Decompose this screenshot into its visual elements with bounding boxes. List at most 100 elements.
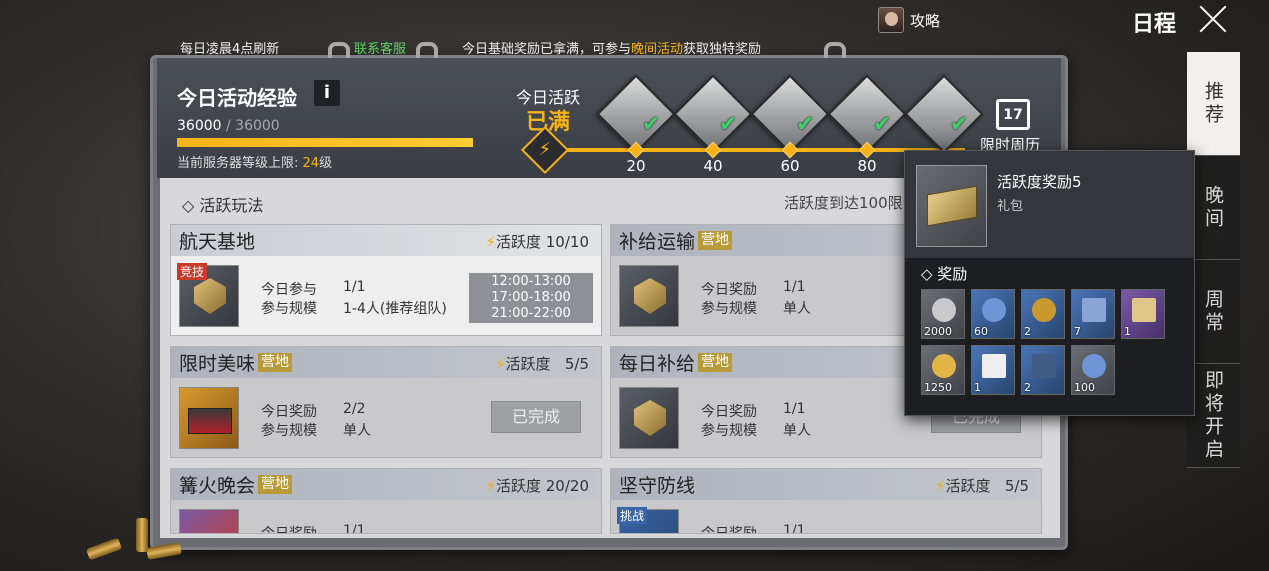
reward-item[interactable]: 2 bbox=[1021, 289, 1065, 339]
reward-item[interactable]: 60 bbox=[971, 289, 1015, 339]
meta-value: 单人 bbox=[783, 301, 811, 317]
meta-value: 单人 bbox=[343, 423, 371, 439]
exp-progress-fill bbox=[177, 138, 473, 147]
check-icon: ✔ bbox=[950, 112, 969, 137]
camp-tag: 营地 bbox=[698, 231, 733, 250]
case-icon bbox=[1032, 354, 1056, 378]
card-name: 补给运输 bbox=[619, 231, 696, 253]
popup-section-title: ◇ 奖励 bbox=[921, 265, 968, 283]
meta-label: 今日奖励 bbox=[701, 404, 757, 420]
avatar bbox=[878, 7, 904, 33]
meta-value: 1/1 bbox=[343, 279, 366, 295]
exp-max: / 36000 bbox=[226, 118, 280, 134]
gold-coin-icon bbox=[932, 354, 956, 378]
meta-label: 参与规模 bbox=[701, 301, 757, 317]
bullet-shells-decoration bbox=[85, 518, 198, 568]
reward-item[interactable]: 2000 bbox=[921, 289, 965, 339]
server-cap-value: 24 bbox=[302, 156, 320, 171]
card-name: 限时美味 bbox=[179, 353, 256, 375]
meta-label: 今日奖励 bbox=[701, 526, 757, 534]
completed-button[interactable]: 已完成 bbox=[491, 401, 581, 433]
page-title: 日程 bbox=[1132, 12, 1177, 37]
milestone-value: 40 bbox=[703, 157, 723, 175]
meta-value: 1-4人(推荐组队) bbox=[343, 301, 447, 317]
bolt-icon: ⚡ bbox=[494, 355, 506, 373]
bolt-icon: ⚡ bbox=[485, 477, 496, 495]
time-slot: 12:00-13:00 bbox=[491, 274, 571, 289]
badge-competitive: 竞技 bbox=[177, 263, 208, 280]
meta-value: 2/2 bbox=[343, 401, 366, 417]
card-activity-label: 活跃度 bbox=[505, 355, 551, 373]
emblem-icon bbox=[634, 278, 666, 314]
evening-activity-link[interactable]: 晚间活动 bbox=[631, 42, 683, 57]
chest-icon bbox=[1132, 298, 1156, 322]
activity-card[interactable]: 航天基地 ⚡活跃度 10/10 竞技 今日参与 1/1 参与规模 1-4人(推荐… bbox=[170, 224, 602, 336]
tab-recommended[interactable]: 推荐 bbox=[1187, 52, 1240, 156]
check-icon: ✔ bbox=[719, 112, 738, 137]
meta-value: 1/1 bbox=[783, 523, 806, 534]
supply-icon bbox=[619, 387, 679, 449]
camp-tag: 营地 bbox=[258, 475, 293, 494]
camp-tag: 营地 bbox=[698, 353, 733, 372]
document-icon bbox=[982, 354, 1006, 378]
reward-item[interactable]: 2 bbox=[1021, 345, 1065, 395]
card-activity-label: 活跃度 bbox=[495, 477, 541, 495]
reward-item[interactable]: 1 bbox=[1121, 289, 1165, 339]
card-name: 篝火晚会 bbox=[179, 475, 256, 497]
bolt-icon: ⚡ bbox=[485, 233, 496, 251]
meta-label: 今日奖励 bbox=[701, 282, 757, 298]
exp-value: 36000 / 36000 bbox=[177, 118, 280, 134]
activity-card[interactable]: 坚守防线 ⚡活跃度 5/5 挑战 今日奖励 1/1 bbox=[610, 468, 1042, 534]
meta-label: 今日参与 bbox=[261, 282, 317, 298]
box-icon bbox=[927, 185, 977, 227]
section-title: ◇ 活跃玩法 bbox=[182, 196, 264, 215]
reward-item[interactable]: 7 bbox=[1071, 289, 1115, 339]
reward-qty: 7 bbox=[1074, 325, 1081, 338]
card-activity: ⚡活跃度 5/5 bbox=[935, 475, 1029, 496]
meta-label: 参与规模 bbox=[261, 423, 317, 439]
bolt-glyph: ⚡ bbox=[538, 139, 552, 160]
medal-icon bbox=[1032, 298, 1056, 322]
popup-subtitle: 礼包 bbox=[997, 199, 1024, 214]
contact-support-link[interactable]: 联系客服 bbox=[354, 38, 406, 57]
milestone-value: 20 bbox=[626, 157, 646, 175]
activity-card[interactable]: 限时美味 营地 ⚡活跃度 5/5 今日奖励 2/2 参与规模 单人 已完成 bbox=[170, 346, 602, 458]
section-note: 活跃度到达100限 bbox=[784, 194, 903, 212]
exp-title: 今日活动经验 bbox=[177, 86, 297, 110]
check-icon: ✔ bbox=[642, 112, 661, 137]
reward-item[interactable]: 100 bbox=[1071, 345, 1115, 395]
close-icon[interactable] bbox=[1198, 4, 1228, 34]
activity-card[interactable]: 篝火晚会 营地 ⚡活跃度 20/20 今日奖励 1/1 bbox=[170, 468, 602, 534]
meta-label: 参与规模 bbox=[701, 423, 757, 439]
emblem-icon bbox=[194, 278, 226, 314]
card-activity-value: 20/20 bbox=[545, 477, 589, 495]
notice-prefix: 今日基础奖励已拿满，可参与 bbox=[462, 42, 632, 57]
time-slot: 17:00-18:00 bbox=[491, 290, 571, 305]
info-icon[interactable]: i bbox=[314, 80, 340, 106]
reward-item[interactable]: 1 bbox=[971, 345, 1015, 395]
card-icon bbox=[1082, 298, 1106, 322]
badge-challenge: 挑战 bbox=[617, 507, 648, 524]
reward-popup: 活跃度奖励5 礼包 ◇ 奖励 2000 60 2 7 1 1250 1 2 10… bbox=[904, 150, 1195, 416]
food-crate-icon bbox=[179, 387, 239, 449]
reward-qty: 2000 bbox=[924, 325, 952, 338]
milestone-value: 80 bbox=[857, 157, 877, 175]
guide-button[interactable]: 攻略 bbox=[878, 6, 940, 34]
shell-icon bbox=[85, 537, 123, 561]
notice-text: 今日基础奖励已拿满，可参与晚间活动获取独特奖励 bbox=[462, 38, 761, 57]
check-icon: ✔ bbox=[796, 112, 815, 137]
time-slot: 21:00-22:00 bbox=[491, 306, 571, 321]
notice-suffix: 获取独特奖励 bbox=[683, 42, 762, 57]
card-activity-value: 5/5 bbox=[1004, 477, 1029, 495]
calendar-icon[interactable]: 17 bbox=[996, 99, 1030, 130]
shell-icon bbox=[146, 542, 182, 560]
server-cap-suffix: 级 bbox=[319, 156, 333, 171]
server-cap-label: 当前服务器等级上限: bbox=[177, 156, 299, 171]
card-activity-value: 10/10 bbox=[545, 233, 589, 251]
reward-qty: 2 bbox=[1024, 325, 1031, 338]
card-name: 每日补给 bbox=[619, 353, 696, 375]
meta-label: 参与规模 bbox=[261, 301, 317, 317]
guide-label: 攻略 bbox=[910, 11, 941, 30]
reward-item[interactable]: 1250 bbox=[921, 345, 965, 395]
card-name: 航天基地 bbox=[179, 231, 256, 253]
